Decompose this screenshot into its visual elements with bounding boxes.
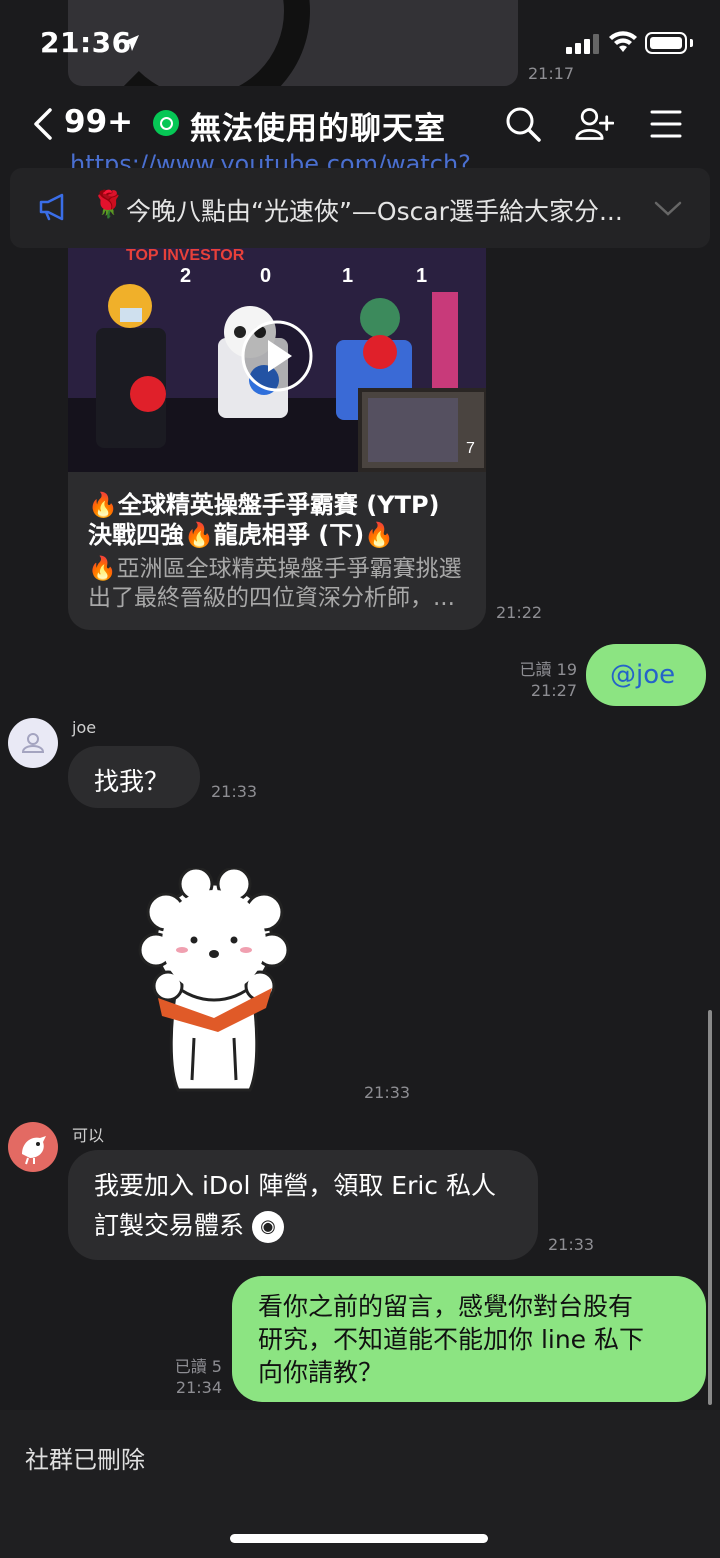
video-thumbnail[interactable]: TOP INVESTOR 2 0 1 1 7 bbox=[68, 248, 486, 472]
announcement-text: 今晚八點由“光速俠”—Oscar選手給大家分... bbox=[126, 197, 623, 226]
avatar[interactable] bbox=[8, 718, 58, 768]
unread-count[interactable]: 99+ bbox=[64, 104, 133, 140]
title-line-2a: 決戰四強 bbox=[88, 521, 184, 549]
video-card-title: 🔥全球精英操盤手爭霸賽 (YTP) 決戰四強🔥龍虎相爭 (下)🔥 bbox=[88, 491, 440, 549]
score-1: 2 bbox=[180, 265, 191, 287]
message-time: 21:33 bbox=[364, 1083, 411, 1102]
read-receipt: 已讀 5 21:34 bbox=[174, 1357, 222, 1397]
bird-avatar-icon bbox=[22, 1136, 46, 1165]
fluffy-dog-sticker[interactable] bbox=[138, 868, 290, 1096]
sender-name: joe bbox=[72, 718, 97, 737]
desc-line-1: 亞洲區全球精英操盤手爭霸賽挑選 bbox=[116, 556, 462, 582]
score-2: 0 bbox=[260, 265, 271, 287]
score-3: 1 bbox=[342, 265, 353, 287]
read-receipt: 已讀 19 21:27 bbox=[519, 660, 577, 700]
home-indicator[interactable] bbox=[230, 1534, 488, 1543]
chevron-down-icon[interactable] bbox=[654, 200, 682, 218]
message-time: 21:33 bbox=[548, 1235, 595, 1254]
megaphone-icon bbox=[39, 193, 64, 221]
sticker-fragment-icon bbox=[508, 0, 518, 40]
shocked-emoji-icon: ◉ bbox=[251, 1211, 284, 1243]
scrollbar[interactable] bbox=[708, 1010, 712, 1405]
thumbnail-banner-text: TOP INVESTOR bbox=[126, 248, 245, 264]
location-arrow-icon bbox=[123, 35, 139, 51]
message-text: 我要加入 iDol 陣營，領取 Eric 私人 訂製交易體系 ◉ bbox=[94, 1166, 496, 1246]
battery-icon bbox=[645, 32, 687, 54]
message-text: 看你之前的留言，感覺你對台股有 研究，不知道能不能加你 line 私下 向你請教… bbox=[258, 1292, 645, 1387]
wifi-icon bbox=[609, 31, 637, 52]
score-4: 1 bbox=[416, 265, 427, 287]
battery-tip bbox=[690, 39, 693, 47]
openchat-icon bbox=[153, 110, 179, 136]
back-chevron-icon[interactable] bbox=[30, 104, 64, 144]
add-friend-icon[interactable] bbox=[574, 104, 614, 144]
menu-icon[interactable] bbox=[646, 104, 686, 144]
community-deleted-notice: 社群已刪除 bbox=[25, 1446, 145, 1474]
cellular-signal-icon bbox=[566, 34, 599, 54]
rose-emoji: 🌹 bbox=[92, 190, 125, 220]
title-line-1: 全球精英操盤手爭霸賽 (YTP) bbox=[117, 491, 440, 519]
message-time: 21:22 bbox=[496, 603, 543, 622]
default-avatar-icon bbox=[21, 733, 45, 753]
sender-name: 可以 bbox=[72, 1126, 105, 1145]
avatar[interactable] bbox=[8, 1122, 58, 1172]
search-icon[interactable] bbox=[503, 104, 543, 144]
title-line-2b: 龍虎相爭 (下) bbox=[213, 521, 365, 549]
video-card-description: 🔥亞洲區全球精英操盤手爭霸賽挑選 出了最終晉級的四位資深分析師，... bbox=[88, 555, 468, 613]
chat-title[interactable]: 無法使用的聊天室 bbox=[190, 103, 446, 148]
previous-message-time: 21:17 bbox=[528, 64, 575, 83]
message-text: 找我？ bbox=[94, 767, 170, 796]
desc-line-2: 出了最終晉級的四位資深分析師，... bbox=[88, 585, 455, 611]
message-time: 21:33 bbox=[211, 782, 258, 801]
tv-number: 7 bbox=[466, 440, 475, 457]
status-time: 21:36 bbox=[40, 26, 132, 59]
mention-text[interactable]: @joe bbox=[610, 660, 675, 690]
